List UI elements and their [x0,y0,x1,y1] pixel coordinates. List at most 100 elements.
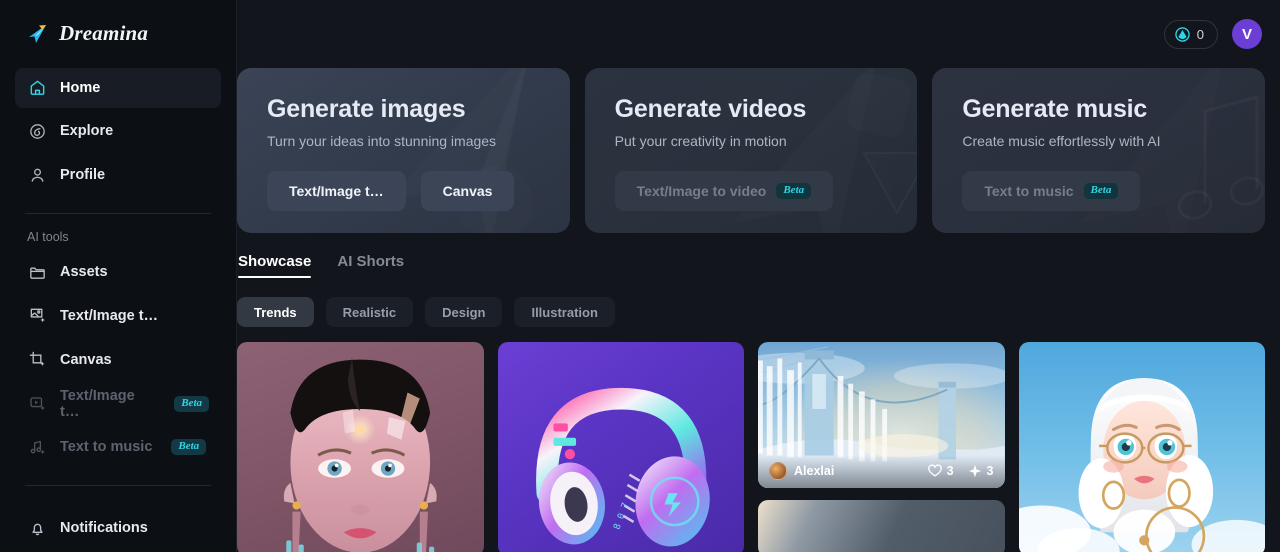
sidebar-item-explore[interactable]: Explore [15,112,221,152]
filter-chip-trends[interactable]: Trends [237,297,314,327]
gallery-card-meta: Alexlai 3 3 [758,454,1005,488]
gallery-column [1018,342,1265,552]
sparkle-icon [968,464,981,478]
sidebar-item-label: Profile [60,167,106,184]
content-area: Generate images Turn your ideas into stu… [237,68,1280,552]
topbar: 0 V [237,0,1280,68]
gallery-card[interactable] [1018,342,1265,552]
tab-label: Showcase [238,253,312,270]
filter-chip-realistic[interactable]: Realistic [325,297,414,327]
sidebar-item-label: Assets [60,264,108,281]
gallery-card[interactable]: 8 0 7 [497,342,744,552]
filter-chip-illustration[interactable]: Illustration [514,297,615,327]
sidebar-item-notifications[interactable]: Notifications [15,508,221,548]
home-icon [27,78,47,98]
sidebar-item-text-image-to-image[interactable]: Text/Image t… [15,296,221,336]
beta-badge: Beta [1083,183,1119,199]
main-content: 0 V Generate images Turn your ideas into… [237,0,1280,552]
chip-label: Design [442,304,486,320]
sidebar: Dreamina Home Explore Profile AI tools A… [0,0,237,552]
heart-icon [927,464,942,477]
artwork-headphones: 8 0 7 [497,342,744,552]
sidebar-item-label: Text/Image t… [60,387,135,420]
artwork-grey-gradient [758,499,1005,552]
gallery-author: Alexlai [794,464,835,479]
tab-showcase[interactable]: Showcase [238,253,312,278]
hero-button-text-image-to-video[interactable]: Text/Image to video Beta [614,171,834,211]
canvas-crop-icon [27,350,47,370]
bell-icon [27,518,47,538]
content-tabs: Showcase AI Shorts [237,253,1265,278]
hero-button-group: Text to music Beta [962,171,1265,211]
gallery-column: 8 0 7 [497,342,744,552]
gallery-stats: 3 3 [927,464,994,479]
artwork-chrome-portrait [237,342,484,552]
filter-chip-row: Trends Realistic Design Illustration [237,297,1265,327]
sidebar-item-home[interactable]: Home [15,67,221,108]
explore-icon [27,121,47,141]
hero-subtitle: Put your creativity in motion [614,133,787,149]
gallery-card[interactable] [758,499,1005,552]
tab-ai-shorts[interactable]: AI Shorts [337,253,404,278]
avatar-initial: V [1241,25,1252,43]
sidebar-item-label: Notifications [60,520,148,537]
sidebar-item-label: Text to music [60,439,153,456]
hero-card-generate-images[interactable]: Generate images Turn your ideas into stu… [237,68,570,233]
image-plus-icon [27,306,47,326]
music-plus-icon [27,437,47,457]
svg-text:8 0 7: 8 0 7 [611,501,631,531]
brand[interactable]: Dreamina [15,0,221,68]
filter-chip-design[interactable]: Design [425,297,503,327]
spark-count: 3 [986,464,994,479]
beta-badge: Beta [776,183,812,199]
hero-button-group: Text/Image t… Canvas [267,171,570,211]
dreamina-logo-icon [25,21,51,47]
hero-button-text-to-music[interactable]: Text to music Beta [962,171,1141,211]
hero-subtitle: Create music effortlessly with AI [962,133,1161,149]
sidebar-item-label: Canvas [60,351,112,368]
app-root: Dreamina Home Explore Profile AI tools A… [0,0,1280,552]
spark-stat[interactable]: 3 [968,464,994,478]
credits-badge[interactable]: 0 [1163,19,1218,49]
gallery-grid: 8 0 7 Alexlai 3 3 [237,342,1265,552]
sidebar-item-label: Home [60,79,101,96]
avatar [769,462,787,481]
hero-button-label: Text to music [984,183,1074,199]
gallery-card[interactable]: Alexlai 3 3 [758,342,1005,488]
hero-title: Generate images [267,95,466,123]
sidebar-item-text-image-to-video[interactable]: Text/Image t… Beta [15,384,221,424]
chip-label: Illustration [531,304,598,320]
credit-coin-icon [1175,26,1190,42]
video-plus-icon [27,394,47,414]
gallery-card[interactable] [237,342,484,552]
beta-badge: Beta [174,395,209,412]
tab-label: AI Shorts [337,253,405,270]
credits-value: 0 [1196,26,1204,42]
hero-button-label: Canvas [442,183,493,199]
hero-card-generate-music[interactable]: Generate music Create music effortlessly… [932,68,1266,233]
profile-icon [27,165,47,185]
hero-subtitle: Turn your ideas into stunning images [267,133,497,149]
beta-badge: Beta [171,439,207,456]
brand-name: Dreamina [59,21,149,46]
sidebar-item-canvas[interactable]: Canvas [15,340,221,380]
chip-label: Trends [254,304,297,320]
hero-title: Generate music [962,95,1148,123]
sidebar-item-text-to-music[interactable]: Text to music Beta [15,428,221,468]
folder-icon [27,262,47,282]
hero-button-text-image-to-image[interactable]: Text/Image t… [267,171,406,211]
hero-card-row: Generate images Turn your ideas into stu… [237,68,1266,233]
chip-label: Realistic [342,304,397,320]
avatar[interactable]: V [1232,19,1262,49]
sidebar-section-label: AI tools [27,230,69,245]
like-count: 3 [946,464,954,479]
gallery-column: Alexlai 3 3 [758,342,1005,552]
sidebar-item-assets[interactable]: Assets [15,252,221,292]
sidebar-item-profile[interactable]: Profile [15,155,221,195]
hero-title: Generate videos [614,95,807,123]
hero-card-generate-videos[interactable]: Generate videos Put your creativity in m… [584,68,918,233]
hero-button-canvas[interactable]: Canvas [420,171,515,211]
hero-button-label: Text/Image t… [289,183,384,199]
like-stat[interactable]: 3 [927,464,954,479]
artwork-cloud-girl [1018,342,1265,552]
